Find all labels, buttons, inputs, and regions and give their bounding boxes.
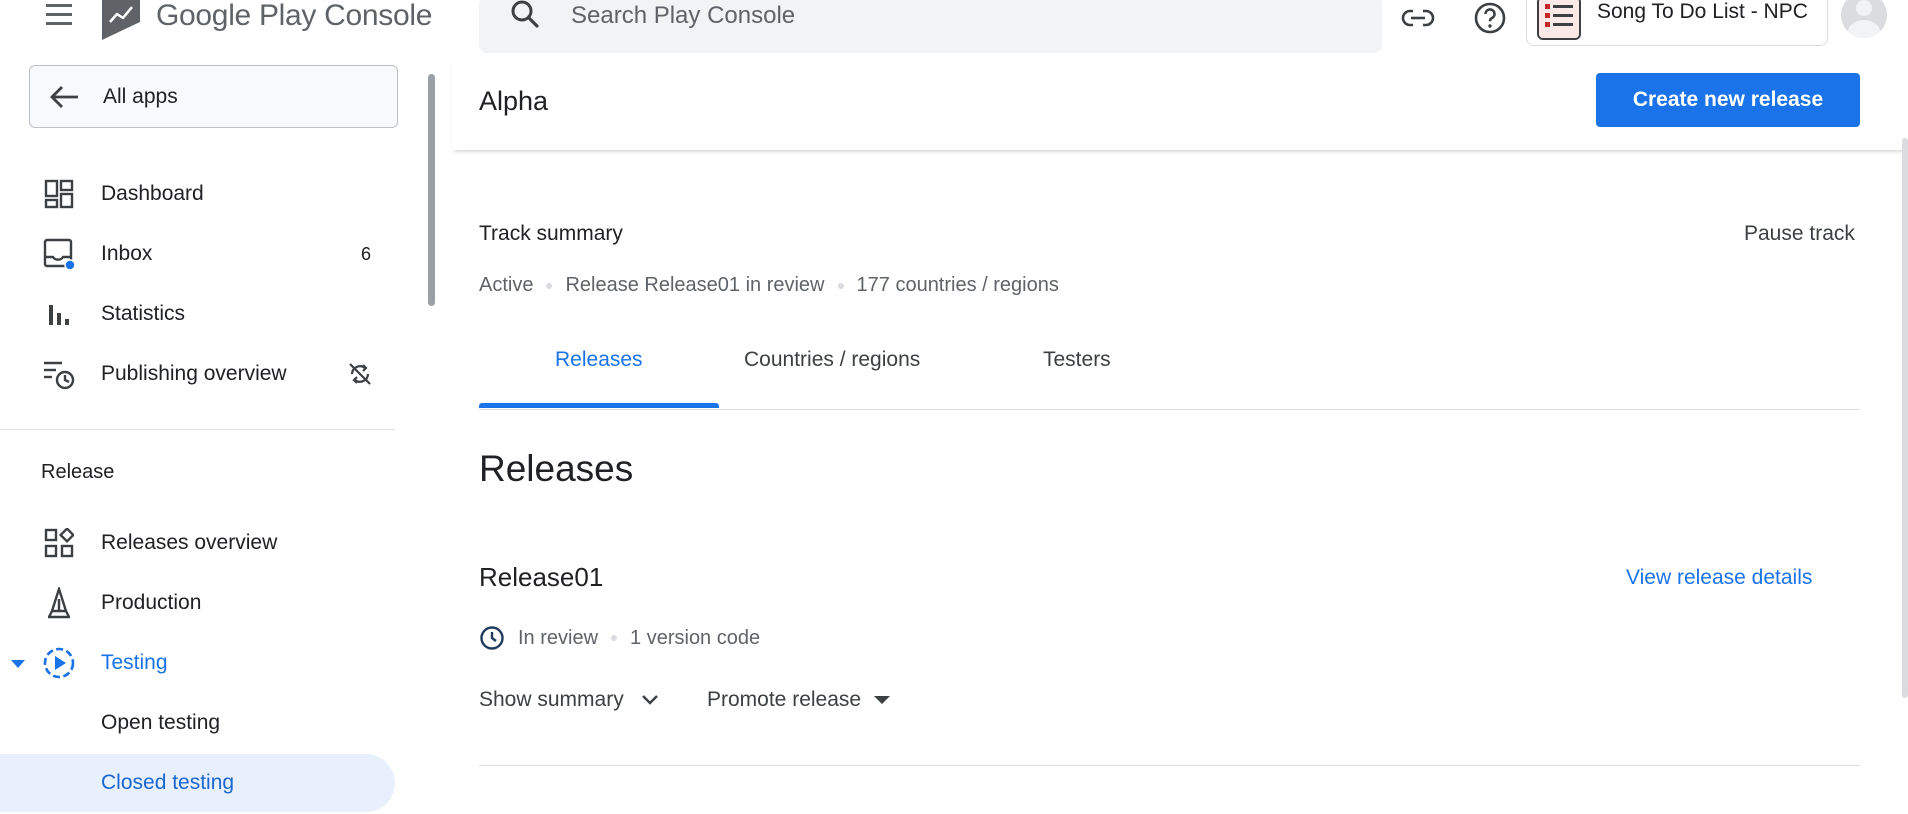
sidebar-item-label: Dashboard (101, 182, 204, 205)
release-state: Release Release01 in review (565, 274, 825, 296)
active-tab-indicator (479, 403, 719, 408)
page-title: Alpha (479, 86, 549, 116)
help-icon[interactable] (1470, 0, 1510, 36)
testing-icon (42, 646, 76, 680)
inbox-count-badge: 6 (360, 243, 371, 264)
track-state: Active (479, 274, 534, 296)
track-status-line: Active Release Release01 in review 177 c… (479, 274, 1059, 297)
releases-overview-icon (42, 526, 76, 560)
app-name: Song To Do List - NPC (1597, 0, 1808, 23)
search-bar[interactable] (479, 0, 1382, 53)
main-scrollbar[interactable] (1902, 138, 1908, 698)
sidebar-item-dashboard[interactable]: Dashboard (0, 165, 395, 223)
tab-divider (479, 409, 1860, 410)
pause-track-button[interactable]: Pause track (1744, 222, 1855, 246)
sidebar-divider (0, 429, 395, 430)
separator-dot (837, 282, 844, 289)
create-new-release-button[interactable]: Create new release (1596, 73, 1860, 127)
menu-icon[interactable] (42, 0, 76, 34)
top-bar: Google Play Console Song To Do List - NP… (0, 0, 1908, 60)
sidebar-item-label: Releases overview (101, 531, 278, 554)
countries-count: 177 countries / regions (856, 274, 1059, 296)
play-console-logo-icon (102, 0, 140, 40)
view-release-details-link[interactable]: View release details (1626, 566, 1812, 590)
play-console-logo[interactable]: Google Play Console (100, 0, 432, 40)
sidebar-section-release: Release (41, 461, 115, 483)
expand-arrow-icon[interactable] (11, 656, 25, 674)
sync-disabled-icon[interactable] (345, 359, 375, 389)
sidebar-item-label: Inbox (101, 242, 153, 265)
show-summary-button[interactable]: Show summary (479, 688, 660, 712)
version-code-count: 1 version code (630, 626, 761, 649)
sidebar-item-testing[interactable]: Testing (0, 634, 395, 692)
app-icon (1537, 0, 1581, 40)
releases-heading: Releases (479, 448, 634, 489)
sidebar-item-label: Closed testing (101, 771, 235, 794)
clock-icon (479, 625, 505, 651)
release-status-line: In review 1 version code (479, 625, 760, 651)
inbox-icon (42, 237, 76, 271)
app-selector[interactable]: Song To Do List - NPC (1526, 0, 1828, 46)
sidebar-scrollbar[interactable] (428, 74, 435, 306)
track-summary-heading: Track summary (479, 222, 623, 245)
release-name: Release01 (479, 562, 604, 592)
sidebar-item-closed-testing[interactable]: Closed testing (0, 754, 395, 812)
avatar[interactable] (1841, 0, 1887, 38)
sidebar-item-label: Production (101, 591, 202, 614)
sidebar-item-releases-overview[interactable]: Releases overview (0, 514, 395, 572)
sidebar-item-label: Publishing overview (101, 362, 287, 385)
all-apps-label: All apps (103, 84, 178, 108)
promote-release-label: Promote release (707, 688, 862, 711)
sidebar-item-statistics[interactable]: Statistics (0, 285, 395, 343)
publish-schedule-icon (42, 357, 76, 391)
review-status: In review (518, 626, 599, 649)
separator-dot (611, 635, 618, 641)
sidebar-item-label: Open testing (101, 711, 221, 734)
promote-release-button[interactable]: Promote release (707, 688, 891, 712)
tab-countries-regions[interactable]: Countries / regions (744, 348, 920, 372)
separator-dot (546, 282, 553, 289)
sidebar-item-publishing-overview[interactable]: Publishing overview (0, 345, 395, 403)
sidebar-item-inbox[interactable]: Inbox 6 (0, 225, 395, 283)
tab-releases[interactable]: Releases (555, 348, 643, 372)
all-apps-button[interactable]: All apps (29, 65, 398, 128)
release-divider (479, 765, 1860, 766)
show-summary-label: Show summary (479, 688, 624, 711)
tab-testers[interactable]: Testers (1043, 348, 1111, 372)
dropdown-arrow-icon (873, 695, 891, 705)
arrow-back-icon (48, 82, 80, 117)
bar-chart-icon (42, 297, 76, 331)
dashboard-icon (42, 177, 76, 211)
link-icon[interactable] (1398, 0, 1438, 36)
production-icon (42, 586, 76, 620)
search-icon (509, 0, 541, 35)
chevron-down-icon (640, 693, 660, 707)
sidebar-item-production[interactable]: Production (0, 574, 395, 632)
sidebar: All apps Dashboard Inbox 6 Statistics Pu… (0, 60, 400, 814)
sidebar-item-label: Statistics (101, 302, 186, 325)
sidebar-item-label: Testing (101, 651, 168, 674)
sidebar-item-open-testing[interactable]: Open testing (0, 694, 395, 752)
search-input[interactable] (571, 2, 1351, 30)
logo-text: Google Play Console (156, 0, 433, 32)
